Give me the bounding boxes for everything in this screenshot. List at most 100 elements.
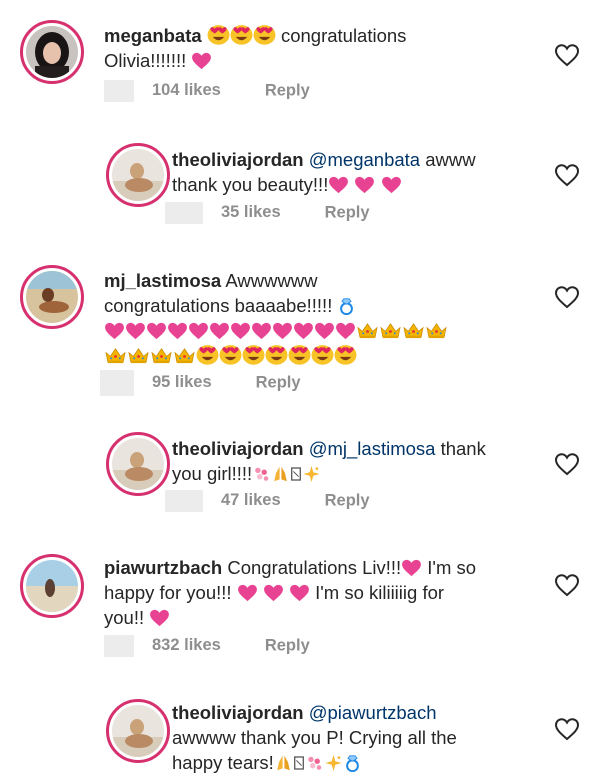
comment-meta: 95 likes Reply	[100, 370, 301, 396]
heart-emoji	[272, 322, 293, 340]
timestamp-blurred	[104, 80, 134, 102]
comment-meta: 832 likes Reply	[104, 635, 310, 657]
comment-text: awwww thank you P! Crying all the	[172, 727, 457, 748]
comment-meta: 47 likes Reply	[165, 490, 370, 512]
comment-text: thank	[435, 438, 486, 459]
avatar[interactable]	[106, 143, 170, 207]
likes-count[interactable]: 104 likes	[152, 81, 221, 99]
mention-link[interactable]: @mj_lastimosa	[309, 438, 436, 459]
heart-emoji	[104, 322, 125, 340]
heart-outline-icon[interactable]	[554, 573, 580, 597]
crown-emoji	[379, 321, 402, 340]
heart-eyes-emoji	[253, 24, 276, 45]
likes-count[interactable]: 35 likes	[221, 203, 281, 221]
crown-emoji	[425, 321, 448, 340]
comment-text: I'm so	[422, 557, 477, 578]
blossom-emoji	[305, 754, 324, 772]
comment-text: Congratulations Liv!!!	[222, 557, 402, 578]
avatar[interactable]	[106, 699, 170, 763]
heart-outline-icon[interactable]	[554, 285, 580, 309]
pray-emoji	[274, 754, 293, 772]
avatar-meganbata-image	[26, 26, 78, 78]
comment-text: you!!	[104, 607, 145, 628]
comment-text: awww	[420, 149, 476, 170]
mention-link[interactable]: @meganbata	[309, 149, 420, 170]
timestamp-blurred	[165, 490, 203, 512]
avatar[interactable]	[20, 20, 84, 84]
heart-outline-icon[interactable]	[554, 452, 580, 476]
comment-text: congratulations	[280, 25, 407, 46]
ring-emoji	[337, 297, 356, 315]
comment-body: theoliviajordan @mj_lastimosa thank you …	[172, 436, 552, 486]
heart-emoji	[289, 584, 310, 602]
avatar-piawurtzbach-image	[26, 560, 78, 612]
timestamp-blurred	[104, 635, 134, 657]
heart-eyes-emoji	[196, 344, 219, 365]
emoji-row	[104, 345, 357, 366]
heart-emoji	[381, 176, 402, 194]
avatar-theoliviajordan-image	[112, 705, 164, 757]
heart-emoji	[354, 176, 375, 194]
timestamp-blurred	[165, 202, 203, 224]
username[interactable]: theoliviajordan	[172, 702, 304, 723]
heart-outline-icon[interactable]	[554, 163, 580, 187]
crown-emoji	[127, 346, 150, 365]
avatar[interactable]	[106, 432, 170, 496]
comment-text: thank you beauty!!!	[172, 174, 329, 195]
reply-button[interactable]: Reply	[325, 491, 370, 509]
heart-eyes-emoji	[230, 24, 253, 45]
username[interactable]: mj_lastimosa	[104, 270, 221, 291]
pray-emoji	[271, 465, 290, 483]
heart-eyes-emoji	[334, 344, 357, 365]
likes-count[interactable]: 47 likes	[221, 491, 281, 509]
comment-text: I'm so kiliiiiig for	[309, 582, 445, 603]
reply-button[interactable]: Reply	[265, 81, 310, 99]
username[interactable]: piawurtzbach	[104, 557, 222, 578]
emoji-row	[104, 320, 448, 341]
heart-outline-icon[interactable]	[554, 717, 580, 741]
avatar[interactable]	[20, 265, 84, 329]
heart-outline-icon[interactable]	[554, 43, 580, 67]
likes-count[interactable]: 95 likes	[152, 373, 212, 391]
username[interactable]: theoliviajordan	[172, 438, 304, 459]
crown-emoji	[356, 321, 379, 340]
heart-eyes-emoji	[288, 344, 311, 365]
heart-eyes-emoji	[311, 344, 334, 365]
unknown-glyph-icon	[293, 754, 305, 772]
comment-body: mj_lastimosa Awwwwww congratulations baa…	[104, 268, 524, 368]
avatar-theoliviajordan-image	[112, 149, 164, 201]
crown-emoji	[173, 346, 196, 365]
comment-text: happy tears!	[172, 752, 274, 773]
comment-text: Olivia!!!!!!!	[104, 50, 187, 71]
reply-button[interactable]: Reply	[325, 203, 370, 221]
avatar[interactable]	[20, 554, 84, 618]
comment-text: you girl!!!!	[172, 463, 253, 484]
mention-link[interactable]: @piawurtzbach	[309, 702, 437, 723]
heart-eyes-emoji	[265, 344, 288, 365]
unknown-glyph-icon	[290, 465, 302, 483]
likes-count[interactable]: 832 likes	[152, 636, 221, 654]
heart-emoji	[328, 176, 349, 194]
avatar-mj_lastimosa-image	[26, 271, 78, 323]
heart-emoji	[188, 322, 209, 340]
sparkle-emoji	[302, 465, 321, 483]
username[interactable]: theoliviajordan	[172, 149, 304, 170]
timestamp-blurred	[100, 370, 134, 396]
comment-body: theoliviajordan @meganbata awww thank yo…	[172, 147, 552, 197]
comment-text: Awwwwww	[221, 270, 318, 291]
crown-emoji	[150, 346, 173, 365]
heart-emoji	[125, 322, 146, 340]
reply-button[interactable]: Reply	[265, 636, 310, 654]
heart-eyes-emoji	[242, 344, 265, 365]
username[interactable]: meganbata	[104, 25, 202, 46]
sparkle-emoji	[324, 754, 343, 772]
reply-button[interactable]: Reply	[256, 373, 301, 391]
comment-body: theoliviajordan @piawurtzbach awwww than…	[172, 700, 552, 775]
heart-emoji	[314, 322, 335, 340]
heart-eyes-emoji	[207, 24, 230, 45]
avatar-theoliviajordan-image	[112, 438, 164, 490]
ring-emoji	[343, 754, 362, 772]
heart-emoji	[230, 322, 251, 340]
heart-emoji	[263, 584, 284, 602]
heart-emoji	[401, 559, 422, 577]
